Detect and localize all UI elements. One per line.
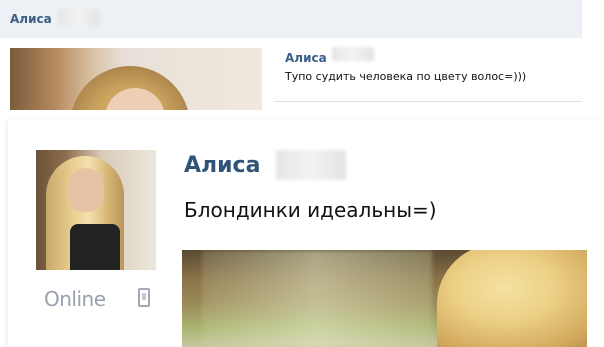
post-photo[interactable] — [182, 250, 587, 347]
header-author-name[interactable]: Алиса — [10, 12, 52, 26]
redacted-surname — [276, 150, 346, 180]
divider — [274, 101, 582, 102]
online-status: Online — [44, 287, 106, 311]
mobile-phone-icon — [138, 288, 150, 307]
photo-hair — [437, 250, 587, 347]
avatar-clothing — [70, 224, 120, 270]
post-author-name[interactable]: Алиса — [184, 153, 260, 178]
post-photo[interactable] — [10, 48, 262, 110]
post-text: Блондинки идеальны=) — [184, 198, 437, 222]
post-large: Online Алиса Блондинки идеальны=) — [8, 120, 604, 347]
avatar[interactable] — [36, 150, 156, 270]
avatar-face — [68, 168, 104, 212]
post-text: Тупо судить человека по цвету волос=))) — [285, 70, 527, 83]
post-small: Алиса Тупо судить человека по цвету воло… — [0, 38, 582, 118]
redacted-surname — [332, 47, 374, 61]
post-author-name[interactable]: Алиса — [285, 51, 327, 65]
redacted-surname — [58, 9, 100, 27]
photo-background — [202, 250, 432, 347]
